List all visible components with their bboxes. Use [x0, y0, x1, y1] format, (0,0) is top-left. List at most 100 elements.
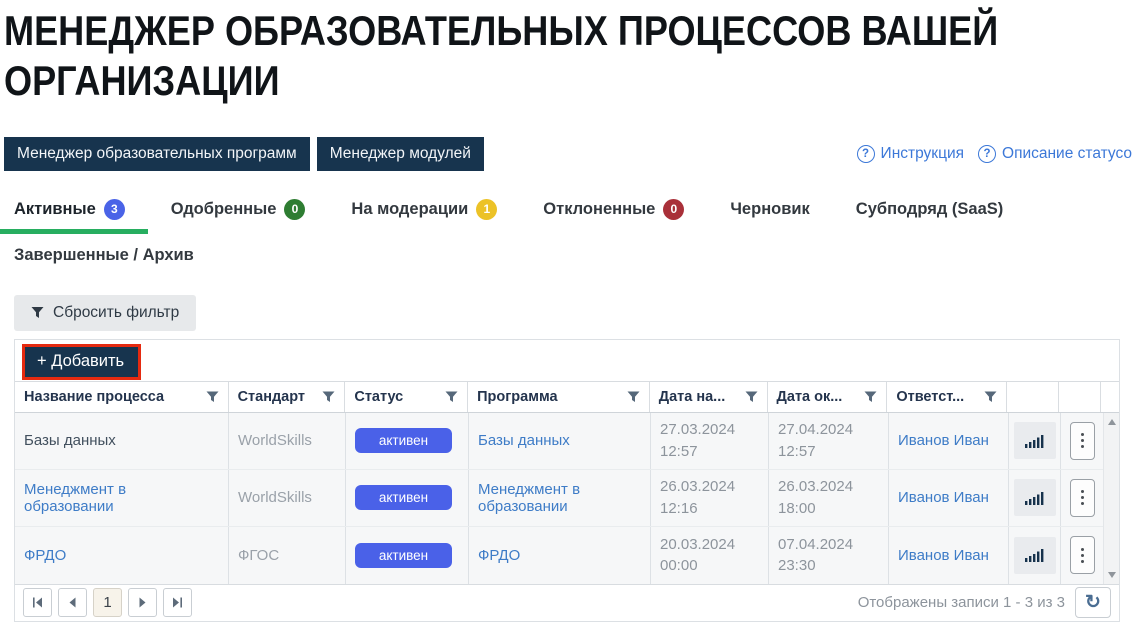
tab-draft[interactable]: Черновик: [730, 200, 809, 219]
filter-icon[interactable]: [322, 391, 335, 403]
table-row: Менеджмент в образовании WorldSkills акт…: [15, 470, 1103, 527]
bar-chart-icon: [1025, 548, 1044, 562]
time: 23:30: [778, 555, 879, 577]
tab-moderation[interactable]: На модерации 1: [351, 199, 497, 220]
filter-icon[interactable]: [627, 391, 640, 403]
row-menu-button[interactable]: [1070, 422, 1095, 460]
cell-stats: [1009, 413, 1061, 469]
stats-button[interactable]: [1014, 537, 1056, 574]
cell-status: активен: [346, 470, 469, 526]
instruction-link[interactable]: ? Инструкция: [857, 145, 964, 163]
responsible-link[interactable]: Иванов Иван: [898, 432, 999, 449]
kebab-icon: [1081, 439, 1084, 442]
process-name: Базы данных: [24, 432, 219, 449]
program-link[interactable]: Менеджмент в образовании: [478, 481, 641, 515]
cell-process-name: Менеджмент в образовании: [15, 470, 229, 526]
filter-icon[interactable]: [864, 391, 877, 403]
first-page-icon: [32, 597, 43, 608]
column-header-stats: [1007, 382, 1059, 412]
tabs-row-1: Активные 3 Одобренные 0 На модерации 1 О…: [14, 199, 1132, 220]
status-badge[interactable]: активен: [355, 485, 452, 510]
cell-standard: WorldSkills: [229, 413, 346, 469]
modules-manager-button[interactable]: Менеджер модулей: [317, 137, 484, 171]
column-header-status[interactable]: Статус: [345, 382, 468, 412]
standard: ФГОС: [238, 547, 336, 564]
kebab-icon: [1081, 433, 1084, 436]
page-number-button[interactable]: 1: [93, 588, 122, 617]
status-badge[interactable]: активен: [355, 428, 452, 453]
reset-filter-button[interactable]: Сбросить фильтр: [14, 295, 196, 331]
refresh-button[interactable]: ↻: [1075, 587, 1111, 618]
filter-icon[interactable]: [445, 391, 458, 403]
tab-archive[interactable]: Завершенные / Архив: [14, 246, 194, 265]
instruction-link-label: Инструкция: [881, 145, 964, 163]
programs-manager-button[interactable]: Менеджер образовательных программ: [4, 137, 310, 171]
responsible-link[interactable]: Иванов Иван: [898, 547, 999, 564]
question-icon: ?: [978, 145, 996, 163]
status-description-link[interactable]: ? Описание статусо: [978, 145, 1132, 163]
kebab-icon: [1081, 496, 1084, 499]
date: 26.03.2024: [778, 476, 879, 498]
date: 26.03.2024: [660, 476, 759, 498]
bar-chart-icon: [1025, 491, 1044, 505]
tab-active[interactable]: Активные 3: [14, 199, 125, 220]
cell-stats: [1009, 527, 1061, 584]
date: 20.03.2024: [660, 534, 759, 556]
column-header-date-end[interactable]: Дата ок...: [768, 382, 888, 412]
row-menu-button[interactable]: [1070, 536, 1095, 574]
column-header-label: Дата ок...: [777, 389, 843, 405]
time: 18:00: [778, 498, 879, 520]
page-title: МЕНЕДЖЕР ОБРАЗОВАТЕЛЬНЫХ ПРОЦЕССОВ ВАШЕЙ…: [4, 6, 1132, 107]
tab-label: Черновик: [730, 200, 809, 219]
status-badge[interactable]: активен: [355, 543, 452, 568]
grid-toolbar: + Добавить: [15, 340, 1119, 382]
column-header-actions: [1059, 382, 1101, 412]
filter-icon[interactable]: [745, 391, 758, 403]
cell-responsible: Иванов Иван: [889, 413, 1009, 469]
status-tabs: Активные 3 Одобренные 0 На модерации 1 О…: [14, 199, 1132, 265]
row-menu-button[interactable]: [1070, 479, 1095, 517]
column-header-date-start[interactable]: Дата на...: [650, 382, 768, 412]
tab-label: Субподряд (SaaS): [856, 200, 1004, 219]
first-page-button[interactable]: [23, 588, 52, 617]
program-link[interactable]: Базы данных: [478, 432, 641, 449]
add-process-button[interactable]: + Добавить: [22, 344, 141, 380]
pagination-right: Отображены записи 1 - 3 из 3 ↻: [858, 587, 1111, 618]
tab-subcontract[interactable]: Субподряд (SaaS): [856, 200, 1004, 219]
kebab-icon: [1081, 554, 1084, 557]
column-header-program[interactable]: Программа: [468, 382, 650, 412]
cell-date-start: 26.03.202412:16: [651, 470, 769, 526]
table-rows: Базы данных WorldSkills активен Базы дан…: [15, 413, 1103, 584]
process-grid: + Добавить Название процесса Стандарт Ст…: [14, 339, 1120, 622]
tab-approved[interactable]: Одобренные 0: [171, 199, 306, 220]
stats-button[interactable]: [1014, 422, 1056, 459]
scroll-down-icon[interactable]: [1108, 572, 1116, 578]
last-page-button[interactable]: [163, 588, 192, 617]
program-link[interactable]: ФРДО: [478, 547, 641, 564]
table-header-row: Название процесса Стандарт Статус Програ…: [15, 382, 1119, 413]
standard: WorldSkills: [238, 432, 336, 449]
page-title-line2: ОРГАНИЗАЦИИ: [4, 56, 1132, 106]
manager-nav: Менеджер образовательных программ Менедж…: [4, 137, 484, 171]
help-links: ? Инструкция ? Описание статусо: [857, 145, 1132, 163]
prev-page-button[interactable]: [58, 588, 87, 617]
reset-filter-label: Сбросить фильтр: [53, 304, 179, 322]
responsible-link[interactable]: Иванов Иван: [898, 489, 999, 506]
active-tab-underline: [0, 229, 148, 234]
tab-label: На модерации: [351, 200, 468, 219]
next-page-button[interactable]: [128, 588, 157, 617]
process-name-link[interactable]: Менеджмент в образовании: [24, 481, 219, 515]
column-header-standard[interactable]: Стандарт: [229, 382, 346, 412]
table-scrollbar[interactable]: [1103, 413, 1119, 584]
pagination-bar: 1 Отображены записи 1 - 3 из 3 ↻: [15, 584, 1119, 621]
scroll-up-icon[interactable]: [1108, 419, 1116, 425]
process-name-link[interactable]: ФРДО: [24, 547, 219, 564]
tab-label: Активные: [14, 200, 96, 219]
tab-rejected[interactable]: Отклоненные 0: [543, 199, 684, 220]
filter-icon[interactable]: [206, 391, 219, 403]
stats-button[interactable]: [1014, 479, 1056, 516]
column-header-name[interactable]: Название процесса: [15, 382, 229, 412]
filter-icon[interactable]: [984, 391, 997, 403]
records-summary: Отображены записи 1 - 3 из 3: [858, 594, 1065, 611]
column-header-responsible[interactable]: Ответст...: [887, 382, 1007, 412]
